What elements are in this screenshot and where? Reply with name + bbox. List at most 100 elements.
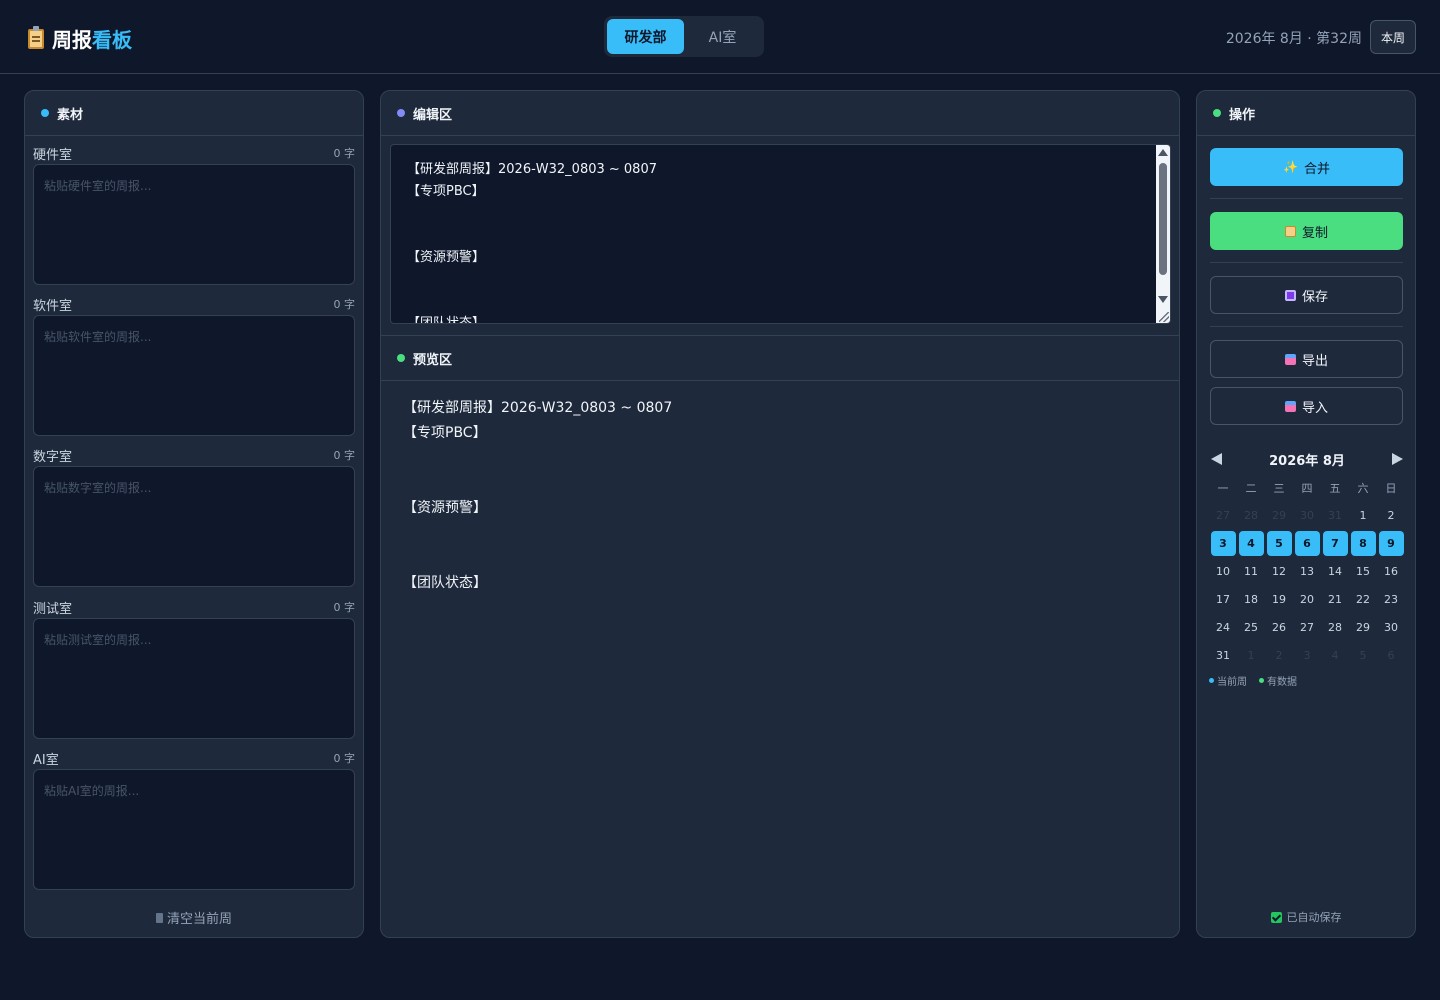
brand: 周报看板 [28, 24, 132, 53]
calendar-day[interactable]: 31 [1209, 641, 1237, 669]
calendar-day-number: 3 [1303, 648, 1311, 662]
field-label: 软件室 [33, 298, 73, 314]
merge-button[interactable]: ✨ 合并 [1210, 148, 1403, 186]
clipboard-icon [28, 25, 44, 49]
calendar-day[interactable]: 15 [1349, 557, 1377, 585]
calendar-day[interactable]: 6 [1293, 529, 1321, 557]
calendar-day[interactable]: 17 [1209, 585, 1237, 613]
calendar-day-number: 5 [1266, 530, 1292, 556]
this-week-button[interactable]: 本周 [1370, 20, 1416, 54]
scroll-up-icon[interactable] [1158, 149, 1168, 156]
clear-week-label: 清空当前周 [166, 912, 232, 927]
calendar-day[interactable]: 12 [1265, 557, 1293, 585]
tab-ai[interactable]: AI室 [684, 19, 761, 54]
scroll-down-icon[interactable] [1158, 296, 1168, 303]
calendar-day[interactable]: 26 [1265, 613, 1293, 641]
copy-button[interactable]: 复制 [1210, 212, 1403, 250]
calendar-day[interactable]: 3 [1209, 529, 1237, 557]
calendar-day[interactable]: 8 [1349, 529, 1377, 557]
calendar-day[interactable]: 18 [1237, 585, 1265, 613]
editor-title: 编辑区 [413, 107, 453, 123]
clear-week-button[interactable]: 清空当前周 [25, 908, 363, 927]
scroll-thumb[interactable] [1159, 163, 1167, 275]
calendar-day[interactable]: 21 [1321, 585, 1349, 613]
calendar-day[interactable]: 6 [1377, 641, 1405, 669]
calendar-day[interactable]: 28 [1321, 613, 1349, 641]
prev-month-icon[interactable] [1211, 453, 1222, 465]
calendar-day-number: 24 [1216, 620, 1230, 634]
calendar-day[interactable]: 19 [1265, 585, 1293, 613]
calendar-day-number: 2 [1275, 648, 1283, 662]
week-calendar: 2026年 8月 一二三四五六日 27 28 29 30 31 1 2 3 4 5 6 7 8 9 10 11 1… [1209, 447, 1405, 688]
calendar-day[interactable]: 4 [1321, 641, 1349, 669]
calendar-day-number: 27 [1300, 620, 1314, 634]
field-label: 硬件室 [33, 147, 73, 163]
calendar-day-number: 21 [1328, 592, 1342, 606]
calendar-day[interactable]: 28 [1237, 501, 1265, 529]
calendar-day[interactable]: 20 [1293, 585, 1321, 613]
hardware-input[interactable] [33, 164, 355, 285]
status-dot-icon [1213, 109, 1221, 117]
calendar-day[interactable]: 14 [1321, 557, 1349, 585]
calendar-day[interactable]: 27 [1209, 501, 1237, 529]
calendar-day[interactable]: 1 [1237, 641, 1265, 669]
calendar-day[interactable]: 29 [1349, 613, 1377, 641]
calendar-grid: 一二三四五六日 27 28 29 30 31 1 2 3 4 5 6 7 8 9 10 11 12 13 14 15 16… [1209, 475, 1405, 669]
calendar-day[interactable]: 2 [1377, 501, 1405, 529]
calendar-day[interactable]: 27 [1293, 613, 1321, 641]
calendar-day[interactable]: 4 [1237, 529, 1265, 557]
calendar-day-number: 7 [1322, 530, 1348, 556]
editor-scrollbar[interactable] [1156, 145, 1170, 323]
char-count: 0 字 [333, 601, 356, 614]
preview-title: 预览区 [413, 352, 453, 368]
ai-input[interactable] [33, 769, 355, 890]
calendar-day-number: 4 [1331, 648, 1339, 662]
export-button[interactable]: 导出 [1210, 340, 1403, 378]
calendar-day[interactable]: 3 [1293, 641, 1321, 669]
digital-input[interactable] [33, 466, 355, 587]
resize-grip-icon[interactable] [1159, 312, 1169, 322]
calendar-day-number: 14 [1328, 564, 1342, 578]
calendar-day[interactable]: 7 [1321, 529, 1349, 557]
calendar-day[interactable]: 5 [1349, 641, 1377, 669]
import-button[interactable]: 导入 [1210, 387, 1403, 425]
calendar-day-number: 30 [1384, 620, 1398, 634]
calendar-day-number: 20 [1300, 592, 1314, 606]
editor-content[interactable]: 【研发部周报】2026-W32_0803 ~ 0807 【专项PBC】 【资源预… [391, 145, 1157, 323]
calendar-day[interactable]: 10 [1209, 557, 1237, 585]
legend-dot-icon [1209, 678, 1214, 683]
tab-rd[interactable]: 研发部 [607, 19, 684, 54]
calendar-day[interactable]: 11 [1237, 557, 1265, 585]
field-label: 测试室 [33, 601, 73, 617]
calendar-day[interactable]: 23 [1377, 585, 1405, 613]
calendar-day[interactable]: 25 [1237, 613, 1265, 641]
calendar-day[interactable]: 5 [1265, 529, 1293, 557]
calendar-day[interactable]: 22 [1349, 585, 1377, 613]
char-count: 0 字 [333, 147, 356, 160]
calendar-day[interactable]: 24 [1209, 613, 1237, 641]
weekday-label: 三 [1273, 482, 1285, 495]
calendar-day[interactable]: 30 [1377, 613, 1405, 641]
calendar-day[interactable]: 31 [1321, 501, 1349, 529]
testing-input[interactable] [33, 618, 355, 739]
calendar-day[interactable]: 2 [1265, 641, 1293, 669]
next-month-icon[interactable] [1391, 453, 1403, 465]
calendar-day-number: 28 [1328, 620, 1342, 634]
calendar-day[interactable]: 29 [1265, 501, 1293, 529]
calendar-day-number: 28 [1244, 508, 1258, 522]
calendar-day-number: 5 [1359, 648, 1367, 662]
calendar-legend: 当前周 有数据 [1209, 673, 1405, 688]
materials-header: 素材 [25, 91, 363, 136]
app-title: 周报看板 [52, 28, 132, 52]
autosave-status: 已自动保存 [1197, 909, 1415, 925]
save-label: 保存 [1301, 289, 1328, 305]
calendar-day[interactable]: 30 [1293, 501, 1321, 529]
calendar-day-number: 8 [1350, 530, 1376, 556]
calendar-day[interactable]: 1 [1349, 501, 1377, 529]
calendar-day[interactable]: 16 [1377, 557, 1405, 585]
software-input[interactable] [33, 315, 355, 436]
editor-textarea[interactable]: 【研发部周报】2026-W32_0803 ~ 0807 【专项PBC】 【资源预… [390, 144, 1171, 324]
calendar-day[interactable]: 9 [1377, 529, 1405, 557]
save-button[interactable]: 保存 [1210, 276, 1403, 314]
calendar-day[interactable]: 13 [1293, 557, 1321, 585]
